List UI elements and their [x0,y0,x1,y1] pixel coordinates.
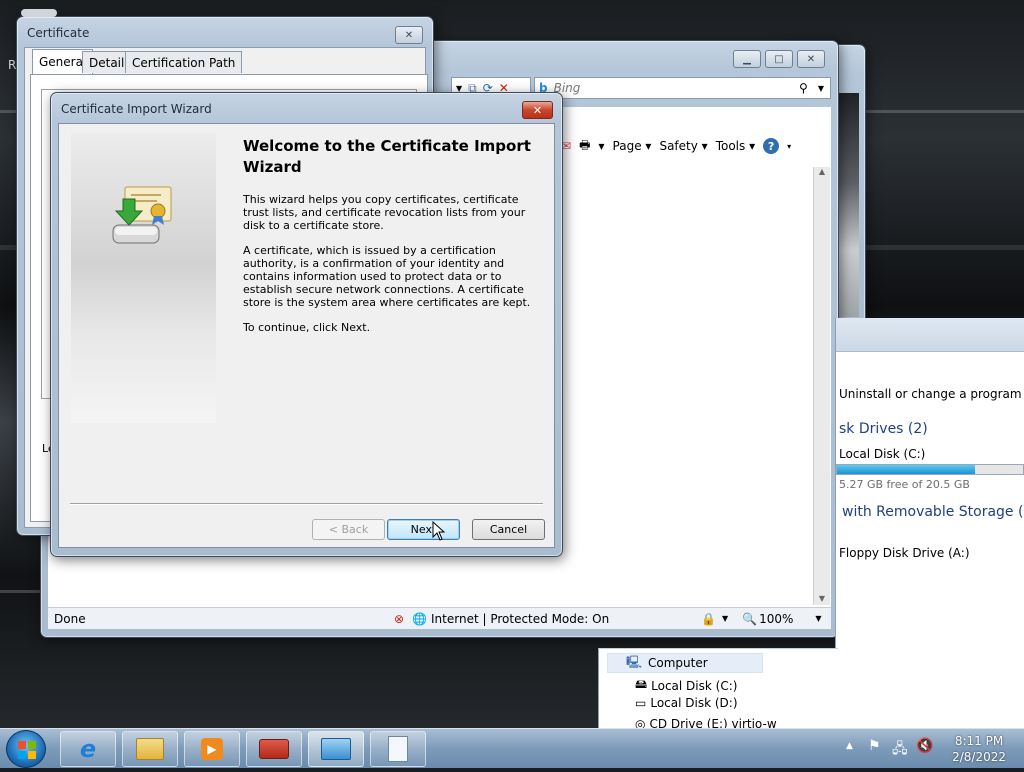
back-button[interactable]: < Back [312,519,385,540]
help-icon[interactable]: ? [763,138,780,154]
search-input[interactable]: Bing [554,81,799,95]
disk-free-text: 5.27 GB free of 20.5 GB [839,478,970,491]
control-panel-icon [321,738,351,760]
nav-item-local-disk-d[interactable]: ▭ Local Disk (D:) [635,696,738,710]
removable-group-header: with Removable Storage (2) [842,504,1024,520]
clock-time: 8:11 PM [954,734,1004,748]
taskbar: e ▶ ▲ ⚑ 🖧 🔇 8:11 PM 2/8/2022 [0,728,1024,768]
command-bar: ✉ 🖶 ▼ Page ▾ Safety ▾ Tools ▾ ? ▾ [561,131,833,161]
protected-dropdown-icon[interactable]: ▼ [722,614,728,623]
zoom-level[interactable]: 100% [759,612,793,626]
search-icon[interactable]: ⚲ [799,81,808,95]
vertical-scrollbar[interactable]: ▲ ▼ [813,167,830,605]
floppy-drive-item[interactable]: Floppy Disk Drive (A:) [839,546,970,560]
taskbar-internet-explorer[interactable]: e [60,731,116,767]
mouse-cursor-icon [432,521,446,541]
disk-usage-bar [836,464,1024,475]
wizard-title: Certificate Import Wizard [61,102,212,116]
explorer-window[interactable]: Uninstall or change a program sk Drives … [835,318,1024,728]
certificate-import-icon [112,186,172,244]
hard-disk-group-header: sk Drives (2) [839,421,928,437]
network-icon[interactable]: 🖧 [892,738,908,762]
disk-usage-fill [837,465,975,474]
close-button[interactable]: ✕ [797,50,825,68]
certificate-import-wizard[interactable]: Certificate Import Wizard ✕ Welcome to t… [50,92,563,557]
search-dropdown-icon[interactable]: ▼ [818,84,824,93]
wizard-instruction-text: To continue, click Next. [243,321,371,334]
internet-explorer-icon: e [79,735,97,763]
explorer-navigation-pane: 🖳 Computer 🖴 Local Disk (C:) ▭ Local Disk … [598,648,838,731]
wizard-body: Welcome to the Certificate Import Wizard… [58,123,555,548]
clock-date: 2/8/2022 [952,750,1006,764]
blocked-icon[interactable]: ⊗ [394,612,404,626]
system-clock[interactable]: 8:11 PM 2/8/2022 [952,733,1006,765]
globe-icon: 🌐 [412,611,428,626]
drive-icon: ▭ [635,696,647,710]
dialog-icon [21,9,57,17]
start-button[interactable] [6,730,46,768]
status-bar: Done ⊗ 🌐 Internet | Protected Mode: On 🔒… [48,607,831,629]
media-player-icon: ▶ [201,738,223,760]
action-center-flag-icon[interactable]: ⚑ [868,738,881,754]
show-hidden-icons-icon[interactable]: ▲ [846,741,853,751]
certificate-dialog-title: Certificate [27,26,90,40]
safety-menu[interactable]: Safety ▾ [659,139,707,153]
print-icon[interactable]: 🖶 [579,136,590,157]
next-button[interactable]: Next [387,519,460,540]
volume-muted-icon[interactable]: 🔇 [916,738,933,754]
wizard-heading: Welcome to the Certificate Import Wizard [243,137,531,176]
computer-icon: 🖳 [626,654,643,669]
tab-certification-path[interactable]: Certification Path [125,51,243,73]
zone-text[interactable]: Internet | Protected Mode: On [431,612,681,626]
taskbar-control-panel[interactable] [308,731,364,767]
nav-item-computer[interactable]: 🖳 Computer [607,653,763,673]
search-box[interactable]: b Bing ⚲ ▼ [534,77,831,99]
maximize-button[interactable]: □ [765,50,793,68]
wizard-description-text: A certificate, which is issued by a cert… [243,244,531,309]
document-icon [388,736,408,762]
page-menu[interactable]: Page ▾ [613,139,652,153]
wizard-intro-text: This wizard helps you copy certificates,… [243,193,526,232]
uninstall-link[interactable]: Uninstall or change a program [839,387,1022,401]
explorer-toolbar [836,318,1024,352]
status-text: Done [54,611,86,626]
drive-icon: 🖴 [635,677,648,691]
wizard-separator [70,503,543,505]
print-dropdown-icon[interactable]: ▼ [598,142,604,151]
zoom-dropdown-icon[interactable]: ▼ [815,614,821,623]
taskbar-media-player[interactable]: ▶ [184,731,240,767]
local-disk-c-item[interactable]: Local Disk (C:) [839,447,925,461]
protected-mode-icon[interactable]: 🔒 [701,612,716,626]
taskbar-certificate-document[interactable] [370,731,426,767]
windows-logo-icon [18,741,36,759]
zoom-icon[interactable]: 🔍 [742,612,757,626]
minimize-button[interactable]: ▁ [733,50,761,68]
taskbar-windows-explorer[interactable] [122,731,178,767]
wizard-side-panel [71,133,216,423]
help-dropdown-icon[interactable]: ▾ [787,142,791,151]
folder-icon [136,738,164,760]
taskbar-toolbox-app[interactable] [246,731,302,767]
close-button[interactable]: ✕ [395,26,423,44]
nav-item-local-disk-c[interactable]: 🖴 Local Disk (C:) [635,675,737,696]
close-button[interactable]: ✕ [522,101,553,119]
tools-menu[interactable]: Tools ▾ [716,139,755,153]
cancel-button[interactable]: Cancel [472,519,545,540]
toolbox-icon [259,739,289,759]
